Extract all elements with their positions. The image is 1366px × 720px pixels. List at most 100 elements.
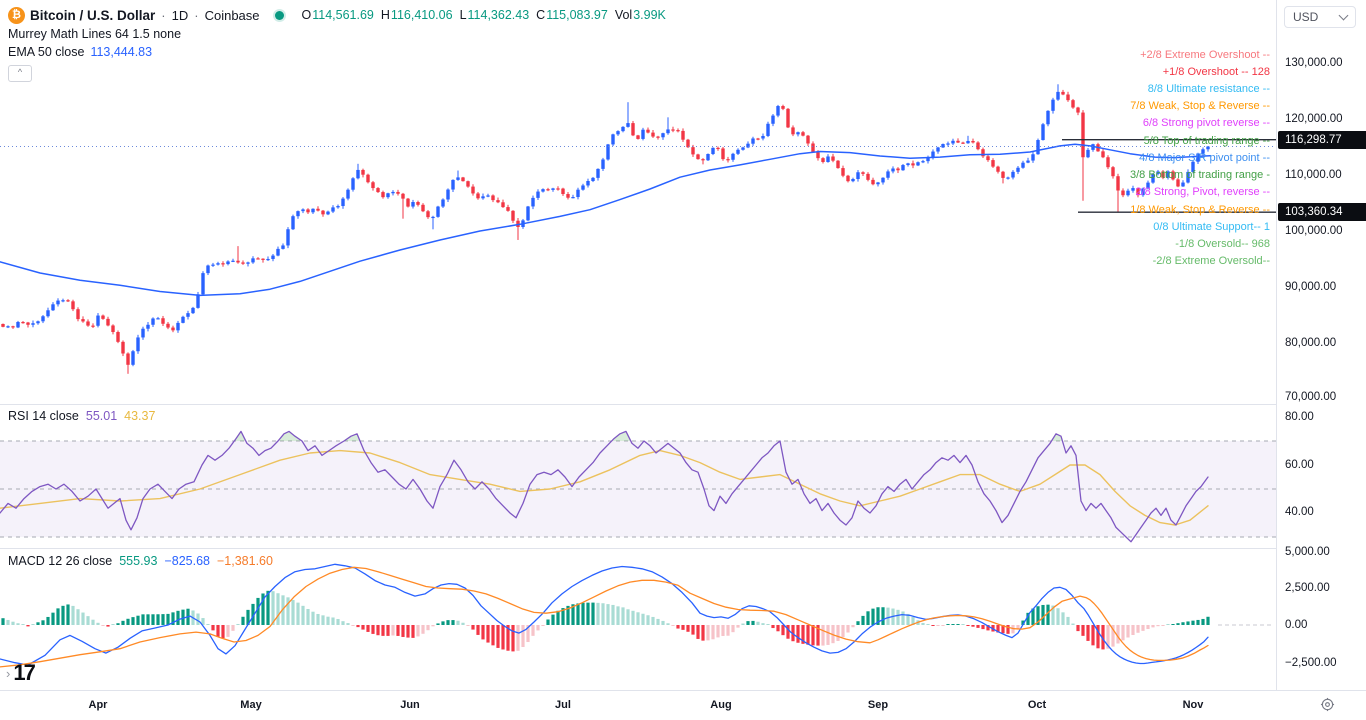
macd-histogram-bar [76,609,79,625]
candle [1021,163,1024,168]
candle [131,351,134,365]
ohlc-label: O [302,8,312,22]
candle [1036,140,1039,154]
macd-histogram-bar [196,613,199,625]
candle [381,192,384,197]
candle [1126,191,1129,196]
candle [176,323,179,330]
candle [251,258,254,262]
market-status-icon[interactable] [275,11,284,20]
candle [336,206,339,207]
candle [421,205,424,211]
rsi-tick-label: 80.00 [1285,411,1314,423]
price-axis[interactable]: USD 130,000.00120,000.00110,000.00100,00… [1276,0,1366,690]
candle [1071,100,1074,107]
ohlc-value: 115,083.97 [546,8,608,22]
macd-histogram-bar [536,625,539,630]
candle [601,159,604,168]
timeframe-label[interactable]: 1D [172,8,189,23]
candle [961,143,964,144]
candle [856,172,859,179]
candle [811,143,814,152]
currency-selector[interactable]: USD [1284,6,1356,28]
candle [1101,151,1104,157]
month-tick-label: Aug [710,699,731,711]
macd-histogram-bar [681,625,684,630]
macd-histogram-bar [461,623,464,625]
macd-histogram-bar [1071,624,1074,625]
candle [571,197,574,198]
candle [1041,124,1044,140]
month-tick-label: Sep [868,699,888,711]
macd-histogram-bar [741,624,744,625]
candle [871,180,874,184]
drawer-arrow-icon[interactable]: › [6,666,10,681]
month-tick-label: Oct [1028,699,1046,711]
price-tick-label: 70,000.00 [1285,391,1336,403]
rsi-pane[interactable] [0,431,1276,541]
candle [121,342,124,354]
candle [876,182,879,184]
month-tick-label: Nov [1183,699,1204,711]
macd-histogram-bar [161,614,164,625]
main-price-pane[interactable] [0,84,1276,374]
macd-histogram-bar [301,606,304,625]
candle [721,148,724,159]
macd-legend[interactable]: MACD 12 26 close 555.93 −825.68 −1,381.6… [8,554,273,568]
ema-indicator-row[interactable]: EMA 50 close 113,444.83 [8,43,666,61]
candle [91,326,94,327]
candle [56,301,59,305]
murrey-indicator-row[interactable]: Murrey Math Lines 64 1.5 none [8,25,666,43]
candle [81,319,84,321]
candle [696,154,699,159]
collapse-legend-button[interactable]: ^ [8,65,32,82]
candle [256,258,259,259]
price-tick-label: 90,000.00 [1285,281,1336,293]
symbol-title[interactable]: Bitcoin / U.S. Dollar [30,8,155,23]
gear-icon[interactable] [1320,697,1335,712]
macd-histogram-bar [1196,620,1199,625]
macd-histogram-bar [531,625,534,636]
time-axis[interactable]: AprMayJunJulAugSepOctNov [0,690,1366,720]
macd-histogram-bar [651,617,654,625]
macd-histogram-bar [1206,617,1209,625]
symbol-row[interactable]: ₿ Bitcoin / U.S. Dollar · 1D · Coinbase … [8,5,666,25]
candle [1131,188,1134,191]
candle [31,323,34,325]
ohlc-label: Vol [615,8,632,22]
tradingview-logo[interactable]: › 17 [6,660,34,686]
price-level-badge: 103,360.34 [1278,203,1366,221]
candle [561,189,564,194]
candle [676,130,679,131]
macd-histogram-bar [1086,625,1089,641]
candle [366,175,369,183]
candle [841,168,844,176]
macd-histogram-bar [221,625,224,638]
macd-histogram-bar [366,625,369,632]
exchange-label[interactable]: Coinbase [205,8,260,23]
chart-canvas[interactable] [0,0,1276,690]
candle [506,207,509,211]
candle [241,262,244,263]
murrey-level-label: 5/8 Top of trading range -- [1144,135,1270,147]
candle [1001,172,1004,178]
candle [481,196,484,198]
candle [671,129,674,130]
candle [146,325,149,329]
candle [346,190,349,199]
candle [66,300,69,301]
candle [566,194,569,198]
ema-value: 113,444.83 [90,45,152,59]
candle [731,154,734,160]
macd-pane[interactable] [0,564,1272,667]
candle [896,169,899,171]
macd-histogram-bar [1081,625,1084,636]
macd-histogram-bar [1171,624,1174,625]
bitcoin-icon: ₿ [8,7,25,24]
candle [406,199,409,207]
macd-histogram-bar [731,625,734,632]
candle [651,133,654,137]
rsi-legend[interactable]: RSI 14 close 55.01 43.37 [8,409,155,423]
macd-histogram-bar [701,625,704,641]
macd-histogram-bar [336,619,339,625]
